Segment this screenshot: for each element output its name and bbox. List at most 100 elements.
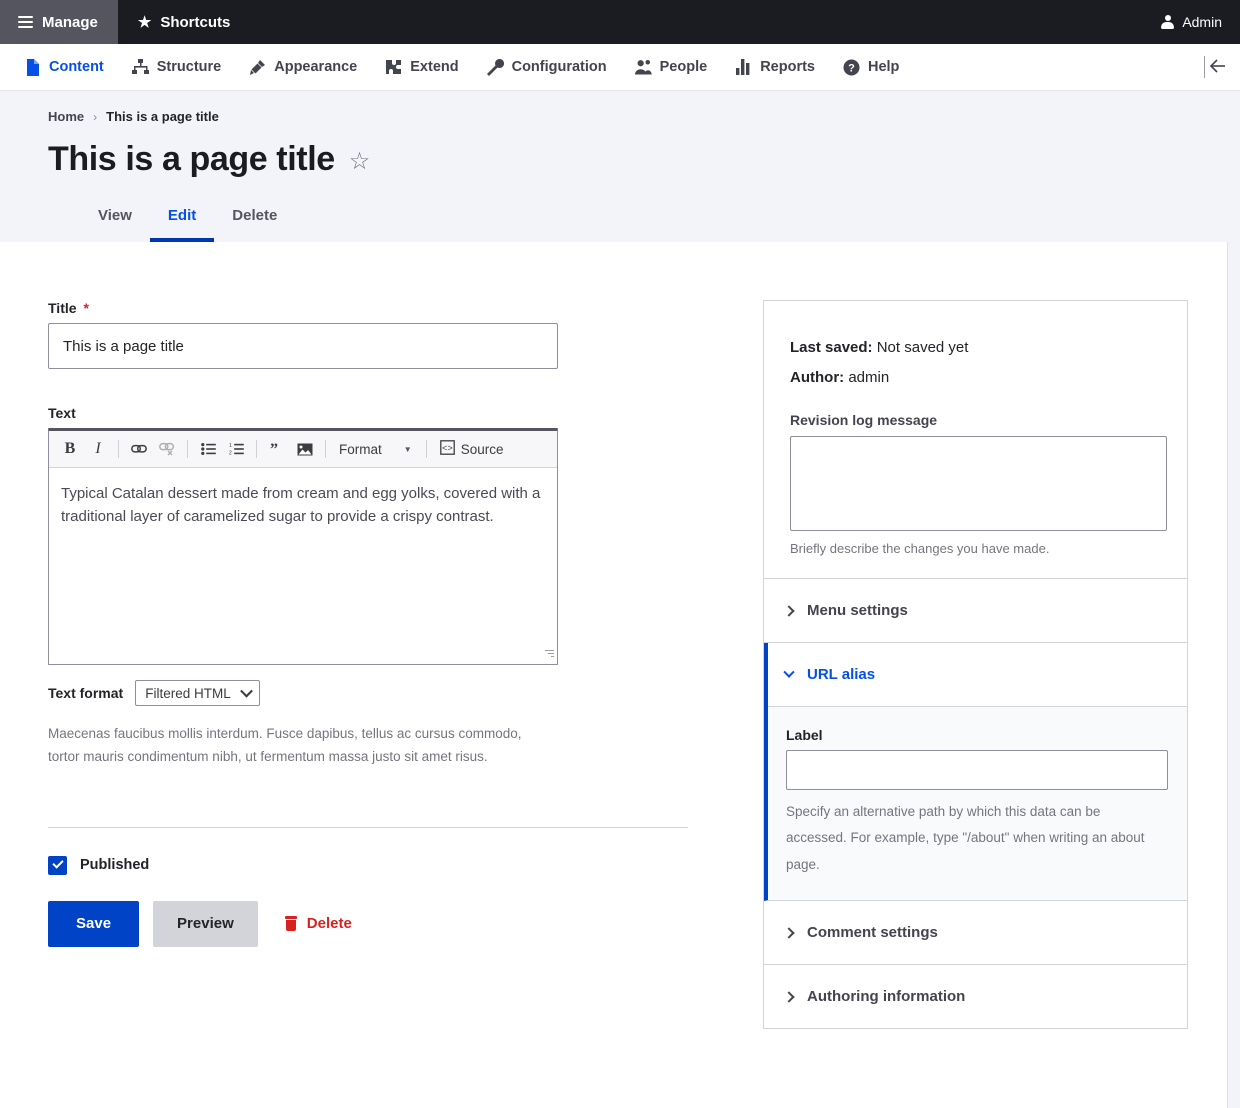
divider [187, 440, 188, 458]
source-label: Source [461, 442, 504, 457]
title-input[interactable] [48, 323, 558, 369]
author-label: Author: [790, 369, 844, 386]
nav-item-reports[interactable]: Reports [721, 44, 829, 90]
editor-resize-handle[interactable] [543, 650, 554, 661]
tab-delete[interactable]: Delete [214, 199, 295, 242]
accordion-header[interactable]: Authoring information [764, 965, 1187, 1028]
chevron-down-icon: ▼ [404, 445, 412, 454]
page-header: Home › This is a page title This is a pa… [0, 91, 1240, 242]
manage-button[interactable]: Manage [0, 0, 118, 44]
breadcrumb-separator: › [93, 110, 97, 124]
divider [1204, 56, 1205, 78]
format-label: Format [339, 442, 382, 457]
image-icon[interactable] [292, 437, 318, 462]
text-format-select[interactable]: Filtered HTML [135, 680, 260, 706]
collapse-toolbar-button[interactable] [1204, 44, 1240, 90]
preview-button[interactable]: Preview [153, 901, 258, 947]
tab-view[interactable]: View [80, 199, 150, 242]
bulleted-list-icon[interactable] [195, 437, 221, 462]
nav-item-appearance[interactable]: Appearance [235, 44, 371, 90]
puzzle-piece-icon [385, 59, 402, 76]
accordion-label: Authoring information [807, 988, 965, 1005]
form-actions: Save Preview Delete [48, 901, 688, 947]
link-icon[interactable] [126, 437, 152, 462]
account-button[interactable]: Admin [1143, 0, 1240, 44]
trash-icon [284, 916, 298, 932]
toolbar-spacer [250, 0, 1143, 44]
selected-value: Filtered HTML [145, 686, 231, 701]
accordion-header[interactable]: Menu settings [764, 579, 1187, 642]
accordion-comment-settings: Comment settings [764, 901, 1187, 965]
shortcuts-label: Shortcuts [160, 14, 230, 31]
revision-log-textarea[interactable] [790, 436, 1167, 531]
divider [256, 440, 257, 458]
label-text: Title [48, 300, 77, 316]
accordion-label: Comment settings [807, 924, 938, 941]
nav-label: Reports [760, 59, 815, 75]
form-divider [48, 827, 688, 828]
chevron-right-icon [783, 927, 794, 938]
url-alias-label: Label [786, 727, 1165, 743]
nav-item-extend[interactable]: Extend [371, 44, 472, 90]
spacer [48, 369, 688, 405]
last-saved-value: Not saved yet [877, 339, 969, 356]
sidebar-panel: Last saved: Not saved yet Author: admin … [763, 300, 1188, 1029]
paintbrush-icon [249, 59, 266, 76]
hamburger-icon [18, 16, 33, 28]
text-format-help: Maecenas faucibus mollis interdum. Fusce… [48, 722, 548, 768]
shortcuts-button[interactable]: ★ Shortcuts [118, 0, 250, 44]
editor-content-area[interactable]: Typical Catalan dessert made from cream … [49, 468, 557, 664]
published-label: Published [80, 857, 149, 873]
published-checkbox[interactable] [48, 856, 67, 875]
admin-toolbar: Manage ★ Shortcuts Admin [0, 0, 1240, 44]
nav-item-people[interactable]: People [621, 44, 722, 90]
label-text: Text [48, 405, 76, 421]
revision-information-block: Last saved: Not saved yet Author: admin … [764, 301, 1187, 579]
text-format-row: Text format Filtered HTML [48, 680, 688, 706]
chevron-down-icon [240, 685, 253, 698]
blockquote-icon[interactable]: ” [264, 437, 290, 462]
person-icon [1161, 15, 1174, 30]
people-icon [635, 59, 652, 76]
nav-item-configuration[interactable]: Configuration [473, 44, 621, 90]
ckeditor: B I 12 ” [48, 428, 558, 665]
chevron-down-icon [783, 666, 794, 677]
page-title: This is a page title [48, 140, 335, 179]
delete-link[interactable]: Delete [284, 915, 352, 932]
tab-edit[interactable]: Edit [150, 199, 214, 242]
numbered-list-icon[interactable]: 12 [223, 437, 249, 462]
star-solid-icon: ★ [138, 15, 151, 30]
page-title-row: This is a page title ☆ [48, 140, 1192, 179]
format-dropdown[interactable]: Format ▼ [333, 437, 419, 462]
breadcrumb-home[interactable]: Home [48, 109, 84, 124]
url-alias-input[interactable] [786, 750, 1168, 790]
account-label: Admin [1182, 14, 1222, 30]
author-value: admin [848, 369, 889, 386]
last-saved-line: Last saved: Not saved yet [790, 339, 1161, 356]
author-line: Author: admin [790, 369, 1161, 386]
text-format-label: Text format [48, 685, 123, 701]
question-circle-icon: ? [843, 59, 860, 76]
unlink-icon[interactable] [154, 437, 180, 462]
bold-icon[interactable]: B [57, 437, 83, 462]
title-field-label: Title * [48, 300, 688, 316]
nav-item-content[interactable]: Content [10, 44, 118, 90]
divider [118, 440, 119, 458]
nav-label: Appearance [274, 59, 357, 75]
text-field-label: Text [48, 405, 688, 421]
accordion-header[interactable]: URL alias [768, 643, 1187, 706]
nav-item-structure[interactable]: Structure [118, 44, 235, 90]
source-button[interactable]: <> Source [434, 437, 510, 462]
document-icon [24, 59, 41, 76]
italic-icon[interactable]: I [85, 437, 111, 462]
save-button[interactable]: Save [48, 901, 139, 947]
admin-nav-bar: Content Structure Appearance Extend Conf… [0, 44, 1240, 91]
url-alias-help: Specify an alternative path by which thi… [786, 799, 1158, 878]
revision-log-help: Briefly describe the changes you have ma… [790, 541, 1161, 556]
accordion-header[interactable]: Comment settings [764, 901, 1187, 964]
svg-text:<>: <> [442, 444, 453, 454]
star-outline-icon[interactable]: ☆ [349, 150, 371, 174]
nav-item-help[interactable]: ? Help [829, 44, 913, 90]
accordion-url-alias: URL alias Label Specify an alternative p… [764, 643, 1187, 901]
nav-label: Help [868, 59, 899, 75]
